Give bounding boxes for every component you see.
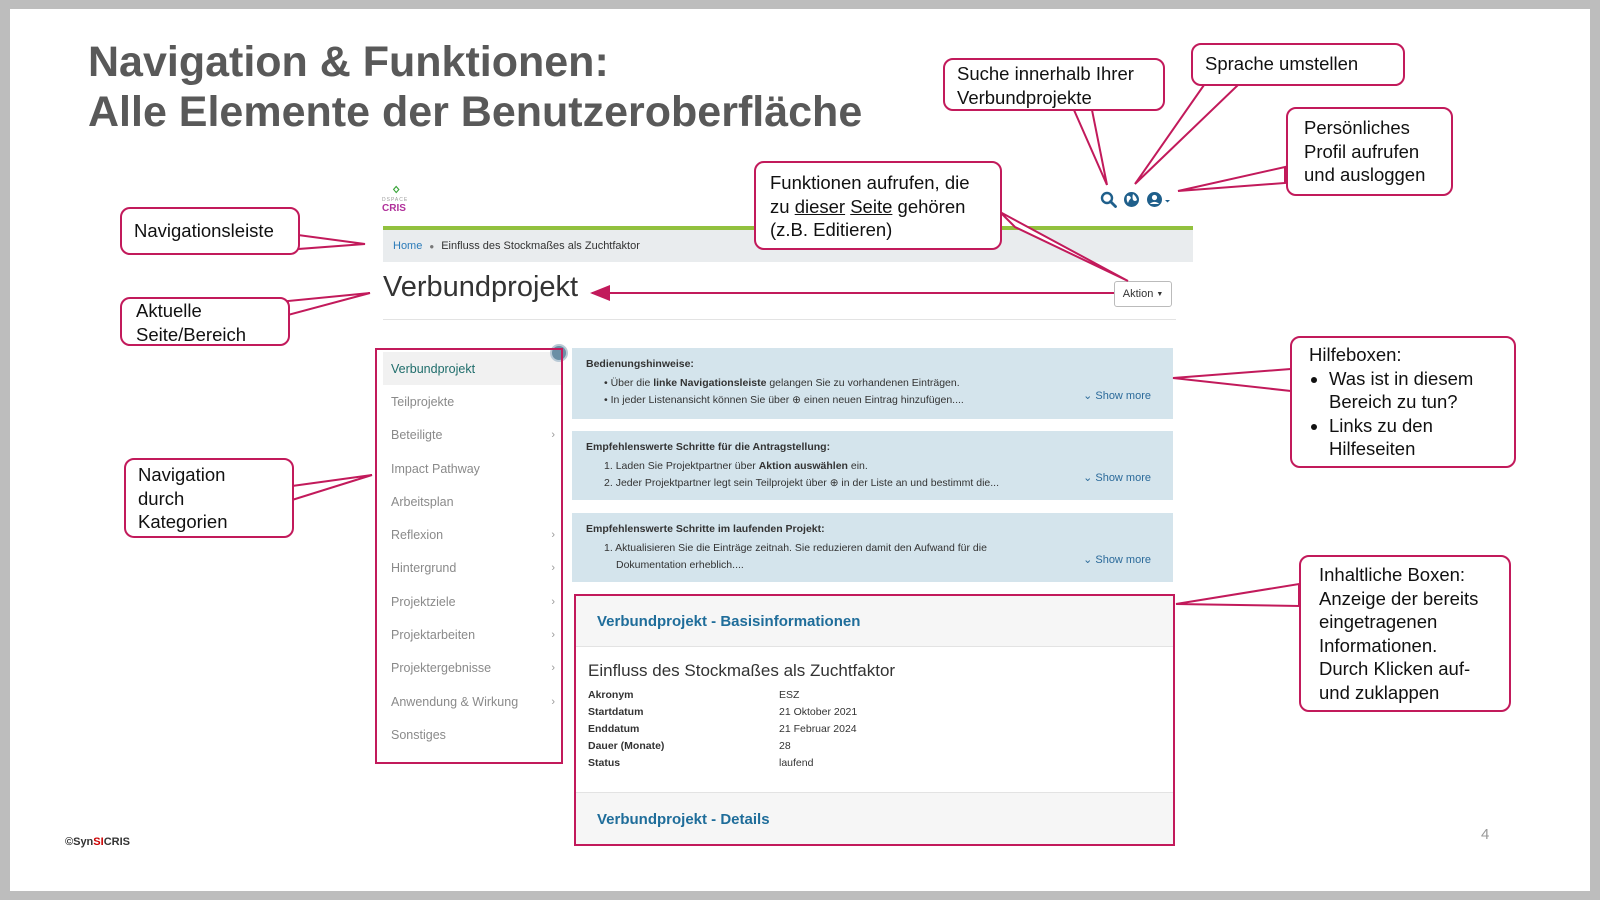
- help-box-title: Bedienungshinweise:: [586, 358, 694, 370]
- help-box-title: Empfehlenswerte Schritte im laufenden Pr…: [586, 523, 825, 535]
- callout-navigationsleiste: Navigationsleiste: [120, 207, 300, 255]
- dspace-cris-logo[interactable]: ᛜ DSPACE CRIS: [382, 183, 422, 223]
- help-box-antragstellung: Empfehlenswerte Schritte für die Antrags…: [572, 431, 1173, 500]
- page-number: 4: [1481, 826, 1490, 843]
- callout-text: zu dieser Seite gehören: [770, 195, 966, 217]
- callout-inhaltliche-boxen: Inhaltliche Boxen: Anzeige der bereits e…: [1299, 555, 1511, 712]
- callout-text: Seite/Bereich: [136, 323, 247, 345]
- callout-text: Profil aufrufen: [1304, 140, 1420, 162]
- copyright: ©SynSICRIS: [65, 836, 130, 848]
- callout-text: Navigationsleiste: [134, 220, 274, 241]
- sidebar-highlight: [375, 348, 563, 764]
- callout-text: und ausloggen: [1304, 164, 1426, 185]
- callout-text: Anzeige der bereits: [1319, 587, 1479, 609]
- aktion-dropdown-button[interactable]: Aktion ▼: [1114, 281, 1172, 307]
- callout-text: Suche innerhalb Ihrer: [957, 63, 1134, 84]
- callout-bullet-list: Was ist in diesem Bereich zu tun? Links …: [1309, 367, 1502, 461]
- callout-navigation-kategorien: Navigation durch Kategorien: [124, 458, 294, 538]
- help-box-title: Empfehlenswerte Schritte für die Antrags…: [586, 441, 831, 453]
- callout-bullet: Was ist in diesem Bereich zu tun?: [1329, 367, 1502, 414]
- content-box-highlight: [574, 594, 1175, 846]
- plus-circle-icon: ⊕: [829, 477, 839, 489]
- callout-hilfeboxen: Hilfeboxen: Was ist in diesem Bereich zu…: [1290, 336, 1516, 468]
- logo-name: CRIS: [382, 203, 406, 214]
- callout-text: Durch Klicken auf-: [1319, 658, 1471, 679]
- search-icon[interactable]: [1100, 191, 1117, 208]
- callout-funktionen: Funktionen aufrufen, die zu dieser Seite…: [754, 161, 1002, 250]
- callout-text: Funktionen aufrufen, die: [770, 172, 970, 193]
- show-more-link[interactable]: ⌄ Show more: [1083, 389, 1151, 402]
- show-more-link[interactable]: ⌄ Show more: [1083, 471, 1151, 484]
- caret-down-icon: ▼: [1156, 290, 1164, 298]
- callout-text: Hilfeboxen:: [1309, 344, 1402, 365]
- help-box-bedienungshinweise: Bedienungshinweise: • Über die linke Nav…: [572, 348, 1173, 419]
- callout-text: durch: [138, 487, 185, 509]
- help-box-line: 2. Jeder Projektpartner legt sein Teilpr…: [604, 477, 1000, 489]
- callout-text: Navigation: [138, 464, 226, 485]
- callout-text: Persönliches: [1304, 117, 1410, 138]
- title-line-2: Alle Elemente der Benutzeroberfläche: [88, 88, 863, 136]
- slide: Navigation & Funktionen: Alle Elemente d…: [10, 9, 1590, 891]
- plus-circle-icon: ⊕: [792, 394, 801, 406]
- breadcrumb-current: Einfluss des Stockmaßes als Zuchtfaktor: [441, 240, 640, 252]
- aktion-label: Aktion: [1122, 288, 1154, 300]
- callout-text: Inhaltliche Boxen:: [1319, 564, 1466, 585]
- callout-bullet: Links zu den Hilfeseiten: [1329, 414, 1502, 461]
- help-box-line: • Über die linke Navigationsleiste gelan…: [604, 377, 960, 389]
- help-box-line: • In jeder Listenansicht können Sie über…: [604, 394, 964, 406]
- title-line-1: Navigation & Funktionen:: [88, 38, 609, 86]
- help-box-laufendes-projekt: Empfehlenswerte Schritte im laufenden Pr…: [572, 513, 1173, 582]
- slide-title: Navigation & Funktionen: Alle Elemente d…: [88, 37, 862, 137]
- callout-text: Sprache umstellen: [1205, 53, 1359, 74]
- callout-profil: Persönliches Profil aufrufen und auslogg…: [1286, 107, 1453, 196]
- callout-suche: Suche innerhalb Ihrer Verbundprojekte: [943, 58, 1165, 111]
- help-box-line: 1. Aktualisieren Sie die Einträge zeitna…: [604, 542, 987, 554]
- callout-sprache: Sprache umstellen: [1191, 43, 1405, 86]
- help-box-line: 1. Laden Sie Projektpartner über Aktion …: [604, 460, 868, 472]
- callout-text: Kategorien: [138, 511, 228, 532]
- breadcrumb-separator: ●: [429, 241, 435, 251]
- callout-text: Aktuelle: [136, 300, 202, 321]
- help-box-line: Dokumentation erheblich....: [616, 559, 744, 571]
- breadcrumb-home-link[interactable]: Home: [393, 240, 422, 252]
- callout-aktuelle-seite: Aktuelle Seite/Bereich: [120, 297, 290, 346]
- heading-divider: [383, 319, 1176, 320]
- globe-icon[interactable]: [1123, 191, 1140, 208]
- logo-mark-icon: ᛜ: [392, 182, 401, 198]
- callout-text: eingetragenen: [1319, 611, 1438, 632]
- header-icons: [1100, 189, 1170, 209]
- show-more-link[interactable]: ⌄ Show more: [1083, 553, 1151, 566]
- callout-text: Verbundprojekte: [957, 86, 1092, 108]
- user-icon[interactable]: [1146, 191, 1170, 208]
- callout-text: Informationen.: [1319, 634, 1438, 656]
- callout-text: und zuklappen: [1319, 681, 1440, 703]
- page-title: Verbundprojekt: [383, 271, 579, 303]
- callout-text: (z.B. Editieren): [770, 219, 893, 240]
